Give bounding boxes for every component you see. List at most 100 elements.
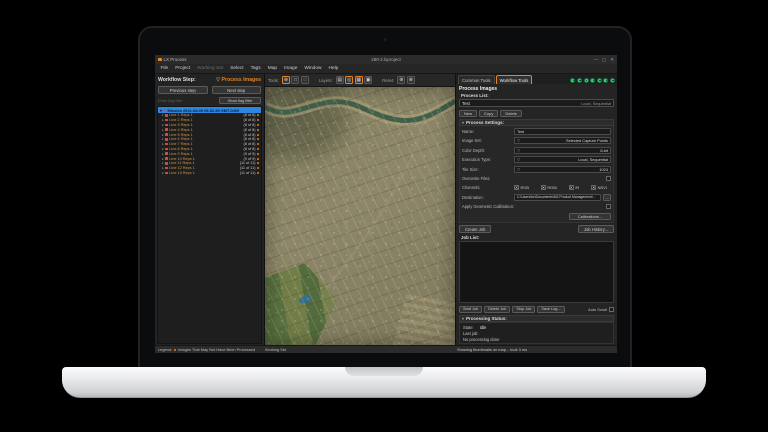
unprocessed-dot-icon <box>257 134 259 136</box>
next-step-button[interactable]: Next step <box>212 86 262 94</box>
copy-button[interactable]: Copy <box>479 110 498 117</box>
menu-item[interactable]: Tags <box>247 66 264 71</box>
delete-button[interactable]: Delete <box>500 110 522 117</box>
tool-tab[interactable]: Workflow Tools <box>496 75 533 84</box>
reset-tool-icon[interactable]: ⊕ <box>397 76 405 84</box>
layer-toggle-icon[interactable]: ▤ <box>336 76 344 84</box>
unprocessed-dot-icon <box>257 114 259 116</box>
image-count: (8 of 8) <box>243 147 255 151</box>
show-flag-filter-button[interactable]: Show flag filter <box>219 97 261 104</box>
new-button[interactable]: New <box>459 110 477 117</box>
flag-icon <box>165 157 168 160</box>
map-tool-icon[interactable]: ⊕ <box>282 76 290 84</box>
chevron-collapsed-icon: ▸ <box>162 118 164 122</box>
map-view[interactable] <box>265 87 455 345</box>
map-tool-icon[interactable]: ◌ <box>301 76 309 84</box>
unprocessed-dot-icon <box>257 138 259 140</box>
job-list[interactable] <box>459 241 614 303</box>
flight-line-label: Line 1 Reps 1 <box>169 113 192 117</box>
minimize-icon[interactable]: — <box>593 57 598 63</box>
menu-item[interactable]: Project <box>172 66 194 71</box>
tool-tab[interactable]: Common Tools <box>458 75 495 84</box>
flight-line-label: Line 10 Reps 1 <box>169 157 195 161</box>
job-history-button[interactable]: Job History... <box>578 225 614 233</box>
status-circle-icon[interactable] <box>597 78 602 83</box>
legend-dot-icon <box>174 349 176 351</box>
menu-item[interactable]: Help <box>325 66 342 71</box>
image-set-select[interactable]: ▽ Selected Capture Points <box>514 137 611 144</box>
channel-checkbox[interactable]: ✕ <box>541 185 546 190</box>
menu-item[interactable]: Map <box>264 66 280 71</box>
chevron-down-icon: ▽ <box>216 77 220 83</box>
flight-line-label: Line 5 Reps 1 <box>169 133 192 137</box>
map-vignette <box>265 87 455 345</box>
channel-option: ✕ RGB <box>514 185 529 190</box>
previous-step-button[interactable]: Previous step <box>158 86 208 94</box>
destination-input[interactable]: C:\Users\bc\Documents\M2 Product Managem… <box>514 194 601 201</box>
processing-status-section[interactable]: ▾ Processing Status: <box>459 315 614 322</box>
job-action-button[interactable]: Stop Job <box>512 306 535 313</box>
flag-icon <box>165 119 168 122</box>
job-action-button[interactable]: Delete Job <box>484 306 510 313</box>
status-circle-icon[interactable] <box>584 78 589 83</box>
channel-label: NDVI <box>598 185 607 190</box>
tile-size-select[interactable]: ▽ 1024 <box>514 166 611 173</box>
status-circle-icon[interactable] <box>603 78 608 83</box>
menu-item[interactable]: Window <box>301 66 325 71</box>
status-circle-icon[interactable] <box>577 78 582 83</box>
chevron-collapsed-icon: ▸ <box>162 137 164 141</box>
chevron-collapsed-icon: ▸ <box>162 113 164 117</box>
map-tool-icon[interactable]: □ <box>291 76 299 84</box>
reset-tool-icon[interactable]: ⊗ <box>407 76 415 84</box>
maximize-icon[interactable]: ▢ <box>602 57 606 63</box>
menu-item[interactable]: Working Set <box>194 66 227 71</box>
flag-icon <box>165 152 168 155</box>
job-action-button[interactable]: Save Log... <box>537 306 564 313</box>
channel-checkbox[interactable]: ✕ <box>514 185 519 190</box>
image-count: (8 of 8) <box>243 133 255 137</box>
apply-geometric-calibration-label: Apply Geometric Calibration: <box>462 204 552 209</box>
image-count: (8 of 8) <box>243 142 255 146</box>
image-count: (9 of 9) <box>243 157 255 161</box>
tile-size-label: Tile Size: <box>462 167 514 172</box>
menu-item[interactable]: Image <box>281 66 301 71</box>
color-depth-select[interactable]: ▽ 8-bit <box>514 147 611 154</box>
chevron-collapsed-icon: ▸ <box>162 123 164 127</box>
apply-geometric-calibration-checkbox[interactable] <box>606 204 611 209</box>
channel-checkbox[interactable]: ✕ <box>591 185 596 190</box>
layer-toggle-icon[interactable]: ▦ <box>355 76 363 84</box>
menu-item[interactable]: File <box>157 66 172 71</box>
reset-label: Reset: <box>382 78 394 83</box>
workflow-step-dropdown[interactable]: ▽ Process Images <box>216 77 261 83</box>
layer-toggle-icon[interactable]: ▣ <box>364 76 372 84</box>
layer-toggle-icon[interactable]: ◎ <box>345 76 353 84</box>
menu-item[interactable]: Select <box>227 66 247 71</box>
working-set-label: Working Set <box>265 347 286 352</box>
auto-scroll-checkbox[interactable] <box>609 307 614 312</box>
chevron-collapsed-icon: ▸ <box>162 166 164 170</box>
flight-line-row[interactable]: ▸ Line 13 Reps 1 (11 of 11) <box>158 171 261 176</box>
execution-type-select[interactable]: ▽ Local, Sequential <box>514 156 611 163</box>
flag-icon <box>165 167 168 170</box>
calibrations-button[interactable]: Calibrations... <box>569 213 611 220</box>
processing-message: No processing done <box>463 337 499 342</box>
create-job-button[interactable]: Create Job <box>459 225 491 233</box>
name-input[interactable]: Test <box>514 128 611 135</box>
browse-button[interactable]: ... <box>603 194 611 201</box>
job-action-button[interactable]: Start Job <box>459 306 482 313</box>
status-circle-icon[interactable] <box>570 78 575 83</box>
process-images-header: Process Images <box>459 85 614 92</box>
close-icon[interactable]: ✕ <box>610 57 614 63</box>
channel-checkbox[interactable]: ✕ <box>569 185 574 190</box>
image-count: (11 of 11) <box>240 171 256 175</box>
destination-label: Destination: <box>462 195 514 200</box>
process-settings-form: Name: Test Image Set: ▽ Selected Capture… <box>459 126 614 223</box>
name-label: Name: <box>462 129 514 134</box>
overwrite-files-checkbox[interactable] <box>606 176 611 181</box>
process-list-dropdown[interactable]: Test Local, Sequential <box>459 99 614 107</box>
process-settings-section[interactable]: ▾ Process Settings: <box>459 119 614 126</box>
channel-option: ✕ IR <box>569 185 579 190</box>
flag-icon <box>165 124 168 127</box>
status-circle-icon[interactable] <box>590 78 595 83</box>
status-circle-icon[interactable] <box>610 78 615 83</box>
